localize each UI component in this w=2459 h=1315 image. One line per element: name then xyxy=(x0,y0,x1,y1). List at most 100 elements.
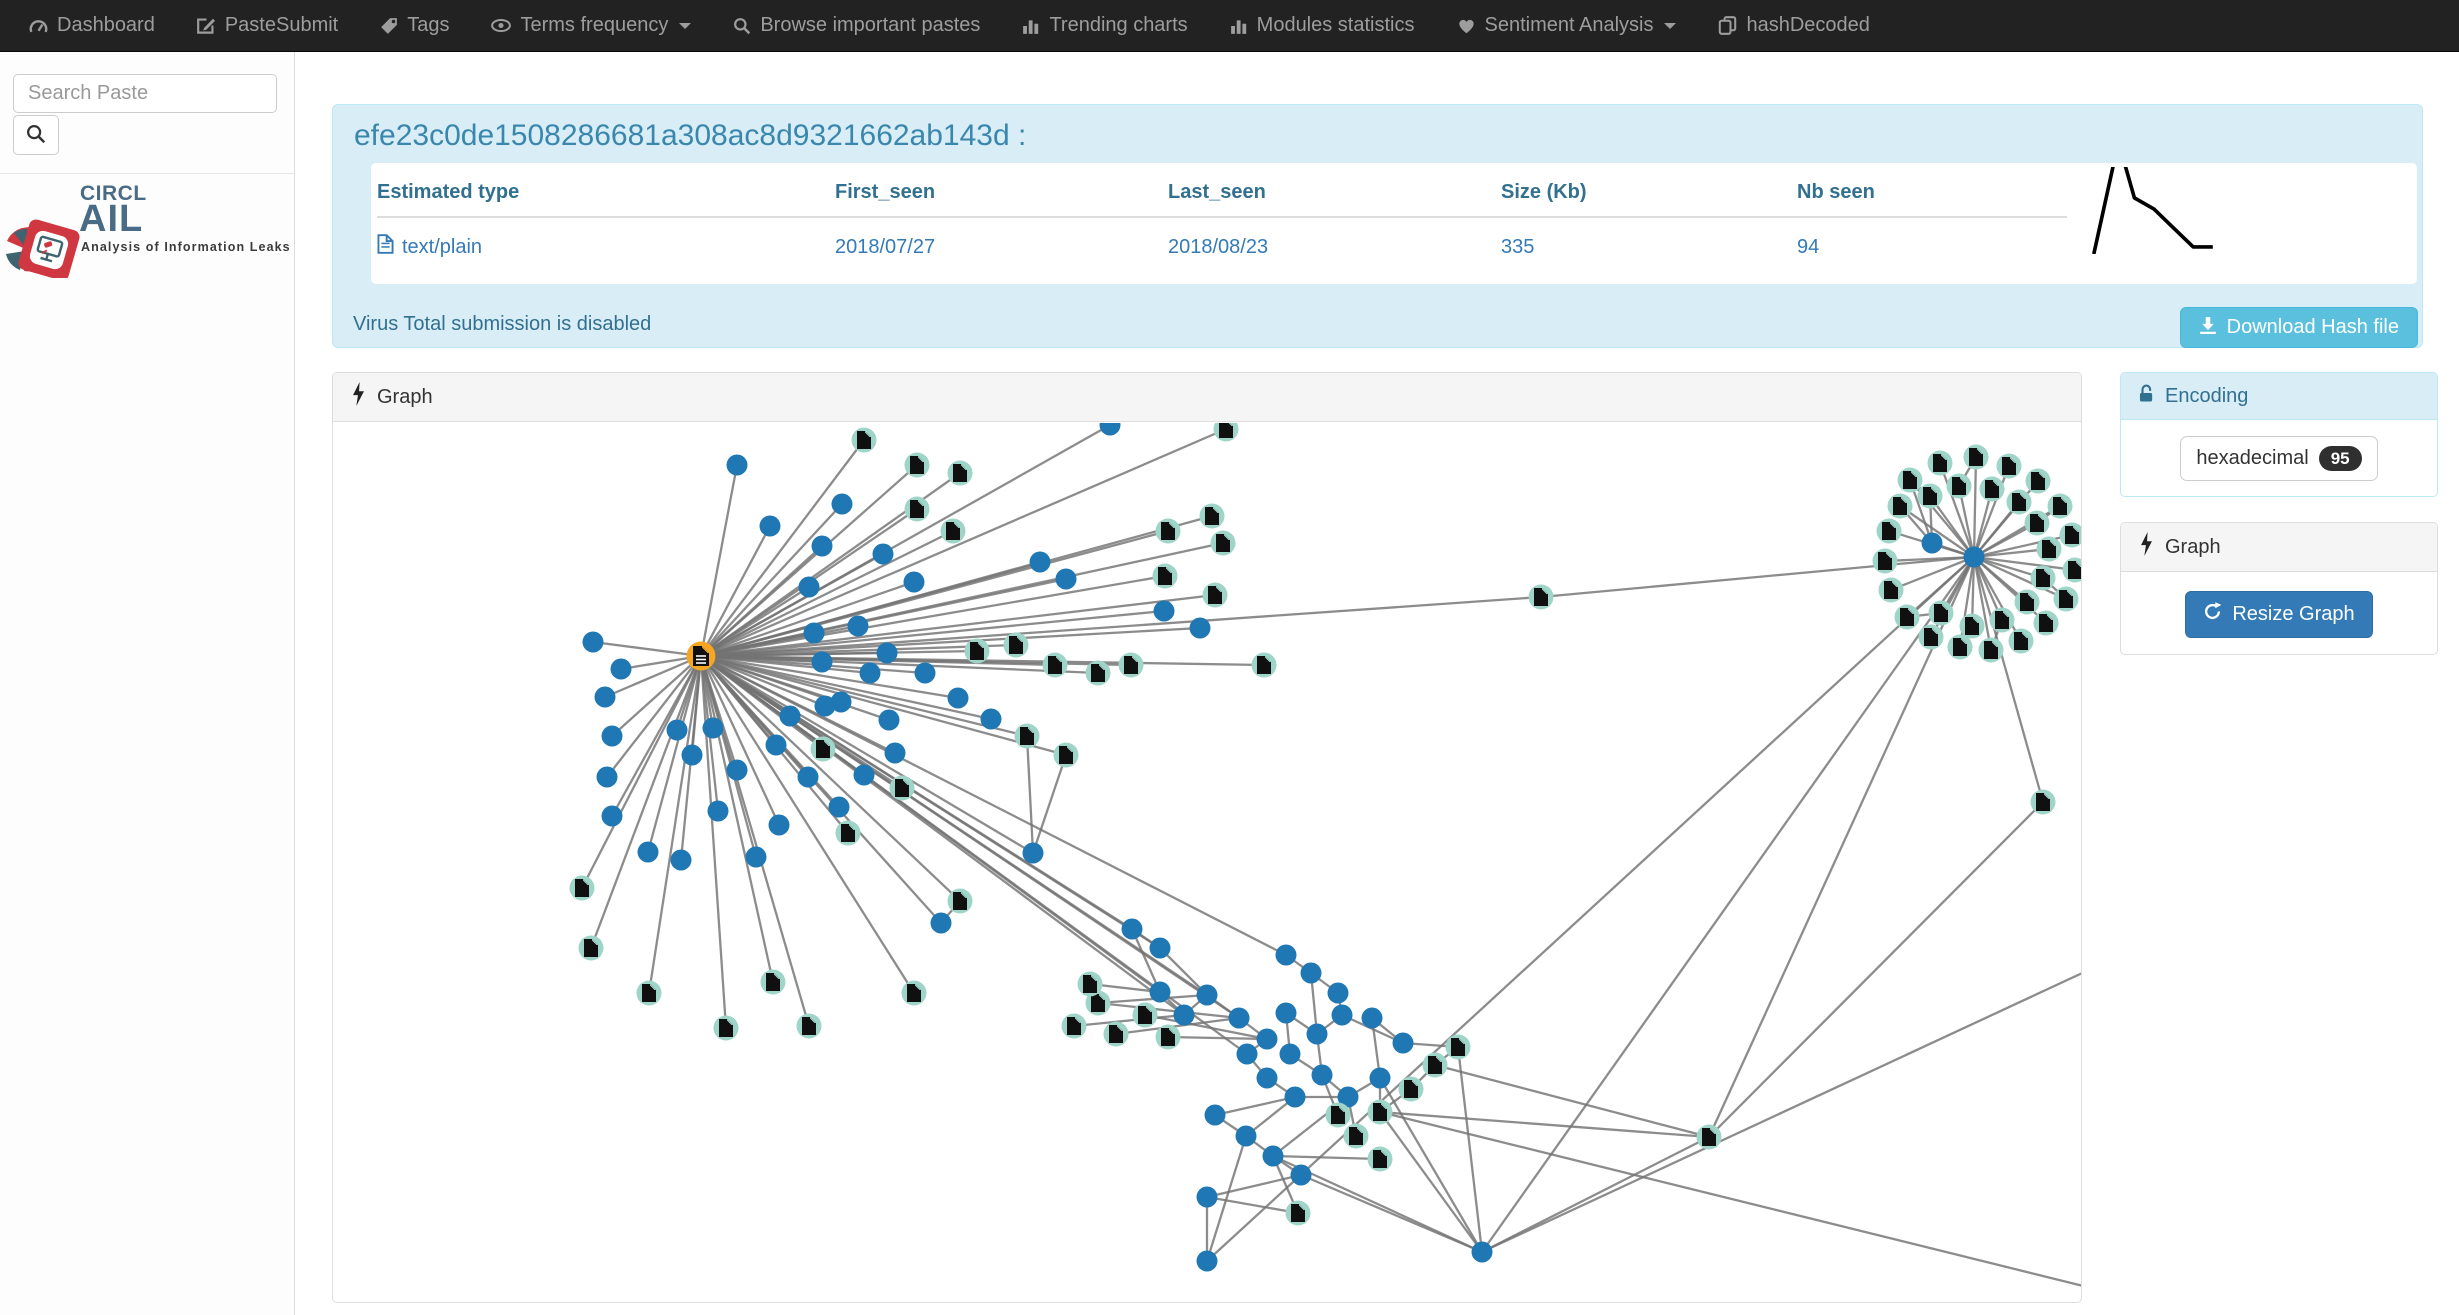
graph-node-paste[interactable] xyxy=(914,662,936,684)
nav-item-dashboard[interactable]: Dashboard xyxy=(8,0,176,51)
graph-node-decoded[interactable] xyxy=(1927,450,1953,476)
graph-node-decoded[interactable] xyxy=(1285,1200,1311,1226)
graph-node-decoded[interactable] xyxy=(1918,624,1944,650)
graph-node-paste[interactable] xyxy=(596,766,618,788)
search-input[interactable] xyxy=(13,74,277,113)
graph-node-decoded[interactable] xyxy=(1422,1052,1448,1078)
graph-node-decoded[interactable] xyxy=(1876,518,1902,544)
graph-node-paste[interactable] xyxy=(1392,1032,1414,1054)
graph-node-paste[interactable] xyxy=(601,725,623,747)
graph-node-decoded[interactable] xyxy=(1872,548,1898,574)
graph-node-paste[interactable] xyxy=(1153,600,1175,622)
graph-node-paste[interactable] xyxy=(1022,842,1044,864)
graph-node-paste[interactable] xyxy=(1275,1002,1297,1024)
graph-node-paste[interactable] xyxy=(1196,1250,1218,1272)
graph-node-paste[interactable] xyxy=(1331,1004,1353,1026)
graph-node-paste[interactable] xyxy=(947,687,969,709)
graph-node-paste[interactable] xyxy=(1369,1067,1391,1089)
graph-node-paste[interactable] xyxy=(1361,1007,1383,1029)
graph-node-paste[interactable] xyxy=(797,766,819,788)
graph-node-paste[interactable] xyxy=(1963,546,1985,568)
graph-node-paste[interactable] xyxy=(1327,982,1349,1004)
graph-node-paste[interactable] xyxy=(1121,918,1143,940)
graph-node-paste[interactable] xyxy=(1196,984,1218,1006)
graph-node-paste[interactable] xyxy=(1029,551,1051,573)
graph-node-paste[interactable] xyxy=(1275,944,1297,966)
graph-node-paste[interactable] xyxy=(726,454,748,476)
graph-node-paste[interactable] xyxy=(702,717,724,739)
graph-node-decoded[interactable] xyxy=(2059,522,2082,548)
graph-node-paste[interactable] xyxy=(1306,1023,1328,1045)
estimated-type-cell[interactable]: text/plain xyxy=(377,218,835,268)
nav-item-terms-frequency[interactable]: Terms frequency xyxy=(470,0,712,51)
nav-item-tags[interactable]: Tags xyxy=(359,0,470,51)
graph-node-decoded[interactable] xyxy=(2053,586,2079,612)
graph-node-decoded[interactable] xyxy=(1696,1124,1722,1150)
graph-node-decoded[interactable] xyxy=(2006,489,2032,515)
graph-node-decoded[interactable] xyxy=(1947,634,1973,660)
graph-node-paste[interactable] xyxy=(1284,1086,1306,1108)
graph-node-decoded[interactable] xyxy=(1118,652,1144,678)
graph-node-decoded[interactable] xyxy=(1445,1034,1471,1060)
graph-node-decoded[interactable] xyxy=(796,1013,822,1039)
graph-node-paste[interactable] xyxy=(830,691,852,713)
graph-node-decoded[interactable] xyxy=(1878,577,1904,603)
graph-node-decoded[interactable] xyxy=(901,980,927,1006)
graph-node-decoded[interactable] xyxy=(569,875,595,901)
graph-node-decoded[interactable] xyxy=(1398,1076,1424,1102)
graph-node-paste[interactable] xyxy=(779,705,801,727)
graph-node-paste[interactable] xyxy=(930,912,952,934)
graph-node-paste[interactable] xyxy=(601,805,623,827)
graph-node-decoded[interactable] xyxy=(1959,613,1985,639)
graph-node-decoded[interactable] xyxy=(2025,468,2051,494)
graph-node-decoded[interactable] xyxy=(1989,607,2015,633)
graph-node-paste[interactable] xyxy=(847,615,869,637)
graph-node-paste[interactable] xyxy=(637,841,659,863)
graph-node-decoded[interactable] xyxy=(1003,632,1029,658)
graph-node-paste[interactable] xyxy=(1256,1028,1278,1050)
graph-node-paste[interactable] xyxy=(1921,532,1943,554)
graph-node-paste[interactable] xyxy=(1290,1164,1312,1186)
graph-node-decoded[interactable] xyxy=(889,775,915,801)
graph-node-decoded[interactable] xyxy=(2014,589,2040,615)
graph-node-decoded[interactable] xyxy=(835,820,861,846)
graph-node-decoded[interactable] xyxy=(1917,483,1943,509)
graph-node-paste[interactable] xyxy=(582,631,604,653)
graph-node-decoded[interactable] xyxy=(2047,493,2073,519)
graph-node-decoded[interactable] xyxy=(1978,637,2004,663)
graph-node-paste[interactable] xyxy=(1262,1145,1284,1167)
network-graph[interactable] xyxy=(333,423,2081,1303)
graph-node-decoded[interactable] xyxy=(1528,584,1554,610)
graph-node-decoded[interactable] xyxy=(810,736,836,762)
graph-node-paste[interactable] xyxy=(1196,1186,1218,1208)
graph-node-decoded[interactable] xyxy=(1210,530,1236,556)
graph-node-decoded[interactable] xyxy=(1014,723,1040,749)
graph-node-paste[interactable] xyxy=(811,651,833,673)
graph-node-paste[interactable] xyxy=(811,535,833,557)
graph-node-decoded[interactable] xyxy=(578,935,604,961)
graph-node-paste[interactable] xyxy=(707,800,729,822)
graph-node-paste[interactable] xyxy=(1300,962,1322,984)
nav-item-sentiment-analysis[interactable]: Sentiment Analysis xyxy=(1436,0,1698,51)
graph-node-paste[interactable] xyxy=(1236,1043,1258,1065)
graph-node-paste[interactable] xyxy=(1099,423,1121,436)
nav-item-pastesubmit[interactable]: PasteSubmit xyxy=(176,0,359,51)
graph-node-decoded[interactable] xyxy=(2030,565,2056,591)
graph-node-paste[interactable] xyxy=(878,709,900,731)
graph-node-decoded[interactable] xyxy=(1963,444,1989,470)
graph-node-paste[interactable] xyxy=(884,742,906,764)
graph-node-decoded[interactable] xyxy=(940,518,966,544)
graph-node-decoded[interactable] xyxy=(964,638,990,664)
graph-node-paste[interactable] xyxy=(1189,617,1211,639)
graph-node-decoded[interactable] xyxy=(1199,503,1225,529)
nav-item-trending-charts[interactable]: Trending charts xyxy=(1001,0,1208,51)
graph-node-paste[interactable] xyxy=(798,576,820,598)
graph-node-decoded[interactable] xyxy=(1367,1146,1393,1172)
graph-node-decoded[interactable] xyxy=(713,1015,739,1041)
graph-node-decoded[interactable] xyxy=(1996,453,2022,479)
graph-node-paste[interactable] xyxy=(1173,1004,1195,1026)
graph-node-paste[interactable] xyxy=(1228,1007,1250,1029)
graph-node-paste[interactable] xyxy=(1149,937,1171,959)
graph-node-paste[interactable] xyxy=(876,642,898,664)
graph-node-paste[interactable] xyxy=(768,814,790,836)
